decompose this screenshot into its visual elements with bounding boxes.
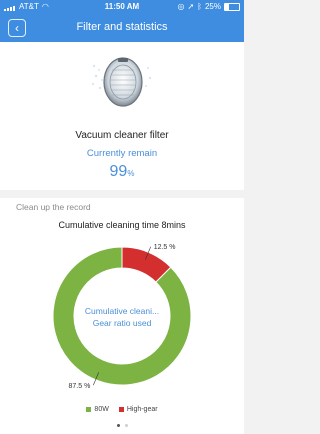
remain-value: 99% xyxy=(0,163,244,181)
status-right: ◎ ➚ ᛒ 25% xyxy=(177,2,240,11)
page-dot[interactable] xyxy=(116,424,120,427)
legend-item-80w[interactable]: 80W xyxy=(86,406,109,413)
remain-number: 99 xyxy=(109,163,128,180)
remain-unit: % xyxy=(127,169,135,178)
chart-legend: 80W High-gear xyxy=(0,406,244,413)
bluetooth-icon: ᛒ xyxy=(197,2,202,11)
legend-item-high-gear[interactable]: High-gear xyxy=(118,406,158,413)
legend-label: High-gear xyxy=(126,406,158,413)
legend-label: 80W xyxy=(94,406,109,413)
remain-label: Currently remain xyxy=(86,148,158,159)
status-bar: AT&T ◠ 11:50 AM ◎ ➚ ᛒ 25% xyxy=(0,0,244,14)
legend-swatch xyxy=(118,407,124,412)
slice-percent-label: 12.5 % xyxy=(154,244,176,251)
arrow-icon: ➚ xyxy=(187,2,195,11)
filter-name: Vacuum cleaner filter xyxy=(75,130,169,141)
filter-card: Vacuum cleaner filter Currently remain 9… xyxy=(0,42,244,190)
battery-icon xyxy=(224,2,240,11)
donut-center-title: Cumulative cleani... xyxy=(85,306,159,316)
location-icon: ◎ xyxy=(177,2,185,11)
donut-center-subtitle: Gear ratio used xyxy=(93,318,152,328)
legend-swatch xyxy=(86,407,92,412)
page-indicator xyxy=(0,424,244,427)
page-dot[interactable] xyxy=(124,424,128,427)
slice-80w[interactable] xyxy=(52,246,192,386)
filter-device-image xyxy=(91,57,152,107)
battery-percent: 25% xyxy=(204,2,221,11)
page-title: Filter and statistics xyxy=(76,21,168,33)
nav-bar: ‹ Filter and statistics xyxy=(0,14,244,42)
record-section: Clean up the record Cumulative cleaning … xyxy=(0,198,244,434)
gear-ratio-donut-chart[interactable]: 12.5 % 87.5 % Cumulative cleani... Gear rat… xyxy=(0,198,244,403)
slice-percent-label: 87.5 % xyxy=(69,383,91,390)
